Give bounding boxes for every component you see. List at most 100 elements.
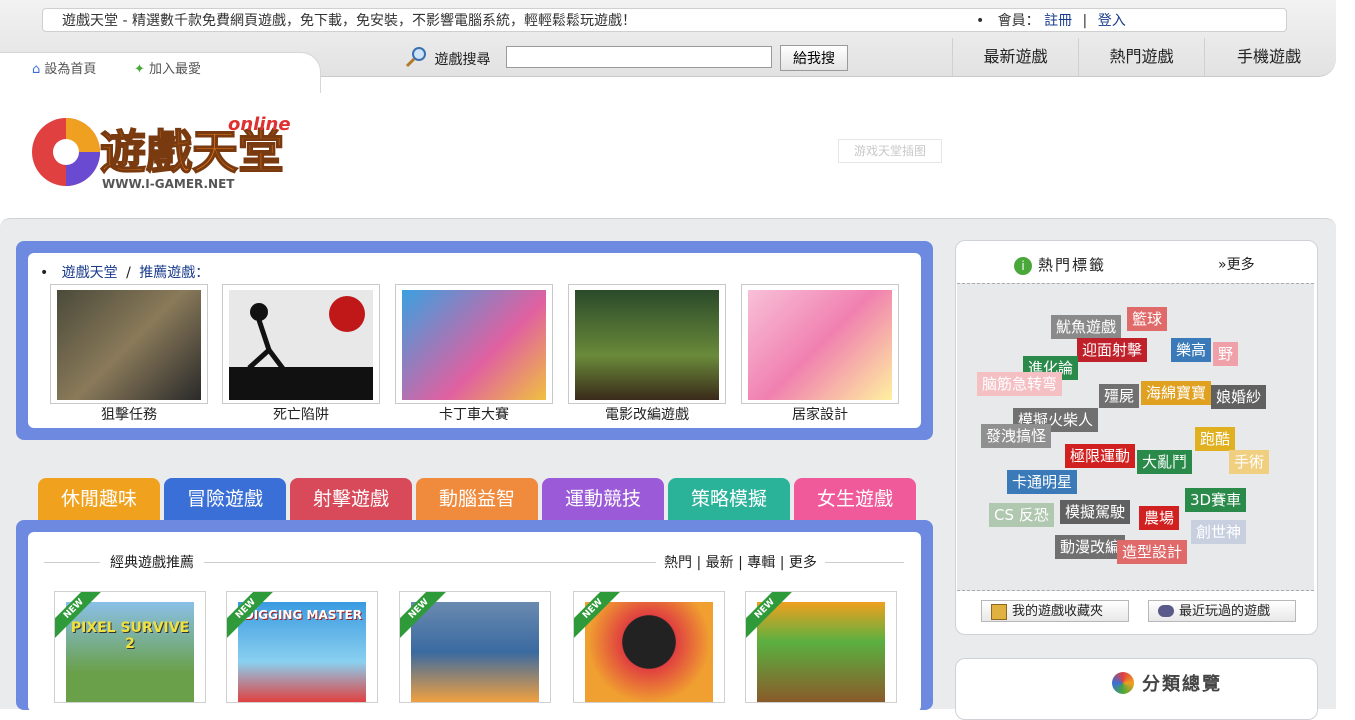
my-favorites-label: 我的遊戲收藏夾	[1012, 604, 1104, 619]
thumb-title-text: PIXEL SURVIVE 2	[70, 620, 190, 652]
breadcrumb-home-link[interactable]: 遊戲天堂	[62, 265, 118, 281]
classic-title: 經典遊戲推薦	[100, 552, 204, 572]
tab-puzzle[interactable]: 動腦益智	[416, 478, 538, 520]
rec-game-thumb-movie[interactable]	[568, 284, 726, 404]
tag-item[interactable]: 大亂鬥	[1137, 450, 1193, 474]
tab-strategy[interactable]: 策略模擬	[668, 478, 790, 520]
folder-icon	[991, 604, 1007, 620]
tag-item[interactable]: CS 反恐	[989, 503, 1054, 527]
classic-game-thumb[interactable]: NEW	[399, 591, 551, 703]
tag-item[interactable]: 魷魚遊戲	[1051, 315, 1122, 339]
my-favorites-button[interactable]: 我的遊戲收藏夾	[981, 600, 1129, 622]
add-favorite-link[interactable]: ✦ 加入最愛	[134, 58, 201, 77]
logo-url-text: WWW.I-GAMER.NET	[102, 177, 235, 191]
classic-game-thumb[interactable]: NEW	[573, 591, 725, 703]
classic-link-hot[interactable]: 熱門	[664, 555, 692, 571]
member-label: 會員：	[997, 13, 1040, 29]
set-home-link[interactable]: ⌂ 設為首頁	[32, 58, 96, 77]
tag-item[interactable]: 樂高	[1171, 338, 1212, 362]
classic-game-thumb[interactable]: DIGGING MASTER NEW	[226, 591, 378, 703]
game-thumbnail-image	[757, 602, 885, 702]
classic-links: 熱門 | 最新 | 專輯 | 更多	[656, 552, 825, 572]
breadcrumb-current: 推薦遊戲：	[139, 265, 210, 281]
rec-game-label[interactable]: 狙擊任務	[50, 404, 208, 424]
recent-played-label: 最近玩過的遊戲	[1179, 604, 1271, 619]
tag-item[interactable]: 脑筋急转弯	[977, 372, 1063, 396]
login-link[interactable]: 登入	[1098, 13, 1126, 29]
tag-item[interactable]: 手術	[1229, 450, 1270, 474]
nav-mobile-games[interactable]: 手機遊戲	[1204, 38, 1333, 76]
tag-item[interactable]: 海綿寶寶	[1141, 381, 1212, 405]
tab-shooting[interactable]: 射擊遊戲	[290, 478, 412, 520]
game-thumbnail-image: DIGGING MASTER	[238, 602, 366, 702]
game-thumbnail-image	[585, 602, 713, 702]
tag-item[interactable]: 卡通明星	[1007, 470, 1078, 494]
rec-game-label[interactable]: 居家設計	[741, 404, 899, 424]
game-thumbnail-image	[229, 290, 373, 400]
game-thumbnail-image: PIXEL SURVIVE 2	[66, 602, 194, 702]
tab-sports[interactable]: 運動競技	[542, 478, 664, 520]
nav-latest-games[interactable]: 最新遊戲	[952, 38, 1078, 76]
search-label: 遊戲搜尋	[404, 46, 490, 69]
tag-item[interactable]: 籃球	[1127, 307, 1168, 331]
logo-online-text: online	[228, 114, 291, 135]
search-label-text: 遊戲搜尋	[434, 52, 491, 68]
hot-tags-title: i 熱門標籤	[1014, 254, 1106, 275]
rec-game-thumb-death-trap[interactable]	[222, 284, 380, 404]
hot-tags-more-link[interactable]: »更多	[1218, 254, 1255, 274]
game-thumbnail-image	[57, 290, 201, 400]
tag-item[interactable]: 動漫改編	[1055, 535, 1126, 559]
tag-cloud: 魷魚遊戲 籃球 迎面射擊 樂高 野 進化論 脑筋急转弯 殭屍 海綿寶寶 娘婚紗 …	[957, 283, 1314, 591]
tag-item[interactable]: 發洩搞怪	[981, 424, 1052, 448]
tag-item[interactable]: 迎面射擊	[1077, 338, 1148, 362]
game-thumbnail-image	[402, 290, 546, 400]
game-thumbnail-image	[748, 290, 892, 400]
stickman-icon	[247, 296, 365, 372]
tag-item[interactable]: 造型設計	[1117, 540, 1188, 564]
rec-game-label[interactable]: 死亡陷阱	[222, 404, 380, 424]
rec-game-thumb-sniper[interactable]	[50, 284, 208, 404]
info-icon: i	[1014, 257, 1032, 275]
game-thumbnail-image	[411, 602, 539, 702]
tag-item[interactable]: 3D賽車	[1185, 488, 1247, 512]
tag-item[interactable]: 娘婚紗	[1211, 385, 1267, 409]
recommended-breadcrumb: • 遊戲天堂 / 推薦遊戲：	[40, 262, 209, 282]
logo-swirl-icon	[32, 118, 100, 186]
classic-link-more[interactable]: 更多	[789, 555, 817, 571]
tag-item[interactable]: 跑酷	[1195, 427, 1236, 451]
nav-hot-games[interactable]: 熱門遊戲	[1078, 38, 1204, 76]
tab-girls[interactable]: 女生遊戲	[794, 478, 916, 520]
tag-item[interactable]: 模擬駕駛	[1060, 500, 1131, 524]
tag-item[interactable]: 殭屍	[1099, 384, 1140, 408]
add-favorite-label: 加入最愛	[149, 62, 202, 77]
bullet-dot: •	[976, 13, 994, 29]
classic-link-new[interactable]: 最新	[706, 555, 734, 571]
search-input[interactable]	[506, 46, 772, 68]
breadcrumb-separator: /	[126, 265, 131, 281]
tab-casual[interactable]: 休閒趣味	[38, 478, 160, 520]
tag-item[interactable]: 極限運動	[1065, 444, 1136, 468]
classic-link-album[interactable]: 專輯	[747, 555, 775, 571]
member-separator: |	[1082, 13, 1088, 29]
tab-adventure[interactable]: 冒險遊戲	[164, 478, 286, 520]
member-area: • 會員： 註冊 | 登入	[976, 10, 1126, 30]
rec-game-thumb-kart[interactable]	[395, 284, 553, 404]
site-logo[interactable]: 遊戲天堂 online WWW.I-GAMER.NET	[28, 108, 308, 196]
star-icon: ✦	[134, 62, 145, 77]
tag-item[interactable]: 創世神	[1191, 520, 1247, 544]
bullet-dot: •	[40, 265, 58, 281]
classic-game-thumb[interactable]: NEW	[745, 591, 897, 703]
rec-game-thumb-home-design[interactable]	[741, 284, 899, 404]
game-thumbnail-image	[575, 290, 719, 400]
register-link[interactable]: 註冊	[1044, 13, 1072, 29]
recent-played-button[interactable]: 最近玩過的遊戲	[1148, 600, 1296, 622]
rec-game-label[interactable]: 卡丁車大賽	[395, 404, 553, 424]
tag-item[interactable]: 野	[1213, 342, 1239, 366]
rec-game-label[interactable]: 電影改編遊戲	[568, 404, 726, 424]
site-slogan: 遊戲天堂 - 精選數千款免費網頁遊戲，免下載，免安裝，不影響電腦系統，輕輕鬆鬆玩…	[62, 13, 636, 29]
search-button[interactable]: 給我搜	[780, 45, 848, 71]
hot-tags-title-text: 熱門標籤	[1038, 256, 1107, 274]
tag-item[interactable]: 農場	[1139, 506, 1180, 530]
category-overview-title-text: 分類總覽	[1142, 674, 1222, 695]
classic-game-thumb[interactable]: PIXEL SURVIVE 2 NEW	[54, 591, 206, 703]
